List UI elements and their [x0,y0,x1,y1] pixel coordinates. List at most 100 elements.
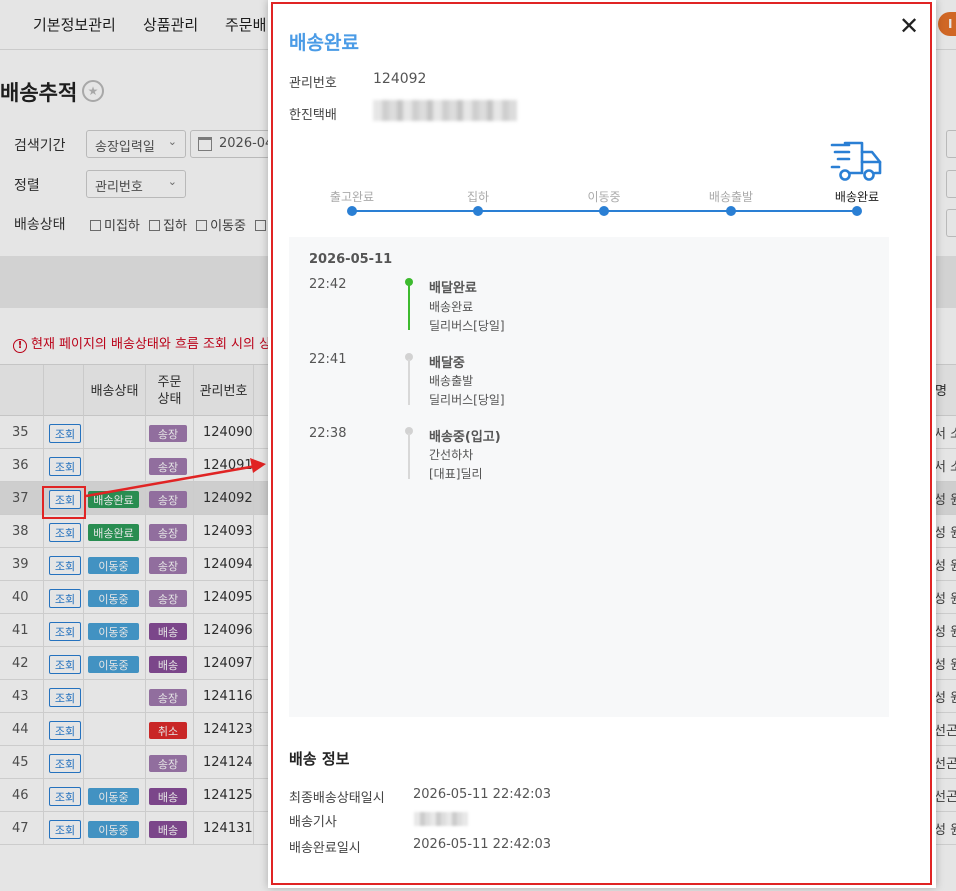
nav-item-products[interactable]: 상품관리 [143,14,198,35]
nav-item-basic-info[interactable]: 기본정보관리 [33,14,116,35]
mgmt-number: 124125 [203,788,253,803]
driver-name-redacted [414,812,468,826]
column-divider [253,515,254,547]
column-divider [145,482,146,514]
mgmt-number: 124095 [203,590,253,605]
checkbox-moving[interactable] [196,220,208,231]
star-icon[interactable]: ★ [82,80,104,102]
name-cell: 성 원 [934,559,956,574]
event-detail: 딜리버스[당일] [429,393,505,407]
delivery-info-title: 배송 정보 [289,750,350,768]
sort-label: 정렬 [14,178,40,194]
selected-view-button-highlight [42,486,86,519]
header-cell-mgmt-no: 관리번호 [193,365,253,417]
column-divider [145,548,146,580]
order-status-badge: 배송 [149,656,187,673]
column-divider [253,416,254,448]
timeline-panel [289,237,889,717]
row-number: 35 [12,425,29,440]
chevron-down-icon: ⌄ [167,175,177,188]
view-button[interactable]: 조회 [49,424,81,443]
mgmt-number: 124131 [203,821,253,836]
step-label-collected: 집하 [466,190,490,204]
event-title: 배달완료 [429,281,477,296]
info-value-last-status-time: 2026-05-11 22:42:03 [413,787,552,802]
checkbox-collected[interactable] [149,220,161,231]
column-divider [253,812,254,844]
period-label: 검색기간 [14,138,66,154]
view-button[interactable]: 조회 [49,754,81,773]
warning-text: 현재 페이지의 배송상태와 흐름 조회 시의 상 [31,337,272,352]
order-status-badge: 송장 [149,458,187,475]
view-button[interactable]: 조회 [49,688,81,707]
order-status-badge: 송장 [149,491,187,508]
column-divider [43,647,44,679]
view-button[interactable]: 조회 [49,589,81,608]
step-label-out-for-delivery: 배송출발 [708,190,754,204]
info-label-driver: 배송기사 [289,815,337,830]
step-dot [473,206,483,216]
event-title: 배송중(입고) [429,430,501,445]
column-divider [43,581,44,613]
row-number: 47 [12,821,29,836]
carrier-label: 한진택배 [289,108,337,123]
column-divider [193,449,194,481]
column-divider [145,713,146,745]
view-button[interactable]: 조회 [49,523,81,542]
step-dot [726,206,736,216]
column-divider [145,614,146,646]
column-divider [193,812,194,844]
step-label-delivered: 배송완료 [834,190,880,204]
column-divider [145,449,146,481]
name-cell: 성 원 [934,493,956,508]
checkbox-more[interactable] [255,220,267,231]
column-divider [145,416,146,448]
nav-item-orders[interactable]: 주문배 [225,14,266,35]
event-time: 22:41 [309,352,347,367]
info-value-delivered-time: 2026-05-11 22:42:03 [413,837,552,852]
mgmt-number: 124116 [203,689,253,704]
column-divider [43,812,44,844]
close-icon[interactable]: ✕ [897,14,921,38]
view-button[interactable]: 조회 [49,556,81,575]
column-divider [253,614,254,646]
column-divider [43,680,44,712]
name-cell: 선곤 [934,724,956,739]
warning-message: ! 현재 페이지의 배송상태와 흐름 조회 시의 상 [13,333,271,353]
delivery-status-badge: 배송완료 [88,491,139,508]
view-button[interactable]: 조회 [49,820,81,839]
start-date-input[interactable]: 2026-04 [190,130,270,158]
view-button[interactable]: 조회 [49,721,81,740]
tracking-number-redacted [373,100,517,121]
column-divider [253,482,254,514]
user-badge[interactable]: I [938,12,956,36]
checkbox-uncollected[interactable] [90,220,101,231]
header-cell-view [43,365,83,417]
calendar-icon [198,137,212,151]
view-button[interactable]: 조회 [49,457,81,476]
view-button[interactable]: 조회 [49,622,81,641]
row-number: 36 [12,458,29,473]
sort-select-value: 관리번호 [95,180,143,195]
view-button[interactable]: 조회 [49,787,81,806]
name-cell: 성 원 [934,526,956,541]
name-cell: 서 소 [934,427,956,442]
period-select[interactable]: 송장입력일 ⌄ [86,130,186,158]
right-filter-input[interactable] [946,130,956,158]
event-detail: 배송출발 [429,374,474,388]
event-detail: 간선하차 [429,448,474,462]
row-number: 38 [12,524,29,539]
mgmt-number-value: 124092 [373,71,427,87]
column-divider [193,548,194,580]
mgmt-number: 124096 [203,623,253,638]
column-divider [193,614,194,646]
sort-select[interactable]: 관리번호 ⌄ [86,170,186,198]
column-divider [253,713,254,745]
mgmt-number: 124092 [203,491,253,506]
event-line [408,359,410,405]
view-button[interactable]: 조회 [49,655,81,674]
right-filter-input[interactable] [946,170,956,198]
right-filter-input[interactable] [946,209,956,237]
column-divider [83,713,84,745]
column-divider [83,614,84,646]
